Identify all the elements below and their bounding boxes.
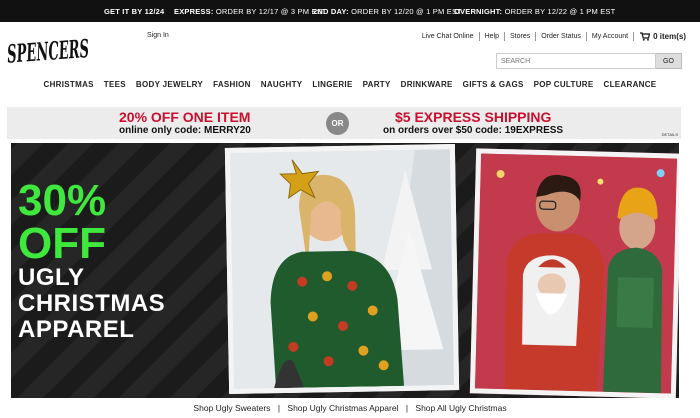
shipping-deadline-bar: GET IT BY 12/24 EXPRESS: ORDER BY 12/17 … — [0, 0, 700, 22]
promo-offer1-detail: online only code: MERRY20 — [119, 125, 251, 136]
overnight-text: ORDER BY 12/22 @ 1 PM EST — [504, 7, 616, 16]
twoday-deadline: 2ND DAY: ORDER BY 12/20 @ 1 PM EST — [313, 7, 462, 16]
logo-text: SPENCERS — [6, 34, 90, 69]
hero-headline-line3: APPAREL — [18, 316, 135, 343]
overnight-deadline: OVERNIGHT: ORDER BY 12/22 @ 1 PM EST — [454, 7, 615, 16]
link-separator: | — [405, 403, 409, 413]
nav-item-lingerie[interactable]: LINGERIE — [312, 80, 352, 96]
nav-item-party[interactable]: PARTY — [363, 80, 391, 96]
nav-item-body-jewelry[interactable]: BODY JEWELRY — [136, 80, 203, 96]
hero-photo-woman-sweater — [224, 144, 460, 394]
hero-banner[interactable]: 30% OFF UGLY CHRISTMAS APPAREL — [11, 143, 679, 398]
get-it-by-text: GET IT BY 12/24 — [104, 7, 165, 16]
nav-item-clearance[interactable]: CLEARANCE — [604, 80, 657, 96]
couple-tees-image — [474, 153, 678, 394]
search-bar: GO — [496, 53, 682, 69]
promo-banner[interactable]: 20% OFF ONE ITEM online only code: MERRY… — [7, 107, 681, 139]
cart-icon — [640, 32, 651, 41]
search-input[interactable] — [496, 53, 656, 69]
hero-discount-percent: 30% — [18, 176, 107, 225]
hero-shop-links: Shop Ugly Sweaters | Shop Ugly Christmas… — [0, 403, 700, 413]
nav-item-christmas[interactable]: CHRISTMAS — [44, 80, 94, 96]
cart-button[interactable]: 0 item(s) — [633, 32, 686, 41]
hero-headline-line2: CHRISTMAS — [18, 290, 166, 317]
promo-offer2-detail: on orders over $50 code: 19EXPRESS — [383, 125, 564, 136]
my-account-link[interactable]: My Account — [585, 32, 633, 41]
shop-ugly-sweaters-link[interactable]: Shop Ugly Sweaters — [193, 403, 270, 413]
hero-headline-line1: UGLY — [18, 264, 85, 291]
promo-or-badge: OR — [326, 112, 349, 135]
stores-link[interactable]: Stores — [503, 32, 535, 41]
hero-discount-off: OFF — [18, 219, 106, 268]
twoday-label: 2ND DAY: — [313, 7, 349, 16]
promo-offer1-title: 20% OFF ONE ITEM — [119, 109, 251, 125]
utility-nav: Live Chat Online Help Stores Order Statu… — [417, 32, 686, 41]
nav-item-drinkware[interactable]: DRINKWARE — [401, 80, 453, 96]
shop-ugly-christmas-apparel-link[interactable]: Shop Ugly Christmas Apparel — [287, 403, 398, 413]
promo-details-link[interactable]: DETAILS — [662, 132, 678, 137]
search-go-button[interactable]: GO — [656, 53, 682, 69]
express-label: EXPRESS: — [174, 7, 214, 16]
nav-item-tees[interactable]: TEES — [104, 80, 126, 96]
nav-item-gifts-gags[interactable]: GIFTS & GAGS — [463, 80, 524, 96]
nav-item-pop-culture[interactable]: POP CULTURE — [534, 80, 594, 96]
nav-item-fashion[interactable]: FASHION — [213, 80, 251, 96]
hero-photo-couple-tees — [469, 148, 679, 398]
site-header: SPENCERS Sign In Live Chat Online Help S… — [0, 22, 700, 77]
link-separator: | — [277, 403, 281, 413]
express-deadline: EXPRESS: ORDER BY 12/17 @ 3 PM EST — [174, 7, 327, 16]
main-nav: CHRISTMAS TEES BODY JEWELRY FASHION NAUG… — [0, 80, 700, 96]
spencers-logo[interactable]: SPENCERS — [6, 30, 92, 70]
express-text: ORDER BY 12/17 @ 3 PM EST — [215, 7, 327, 16]
shop-all-ugly-christmas-link[interactable]: Shop All Ugly Christmas — [415, 403, 506, 413]
nav-item-naughty[interactable]: NAUGHTY — [261, 80, 303, 96]
woman-sweater-image — [229, 149, 455, 389]
promo-offer2-title: $5 EXPRESS SHIPPING — [395, 109, 552, 125]
sign-in-link[interactable]: Sign In — [147, 32, 169, 39]
twoday-text: ORDER BY 12/20 @ 1 PM EST — [351, 7, 462, 16]
help-link[interactable]: Help — [478, 32, 504, 41]
order-status-link[interactable]: Order Status — [535, 32, 586, 41]
cart-count: 0 item(s) — [653, 32, 686, 41]
live-chat-link[interactable]: Live Chat Online — [417, 32, 479, 41]
overnight-label: OVERNIGHT: — [454, 7, 503, 16]
